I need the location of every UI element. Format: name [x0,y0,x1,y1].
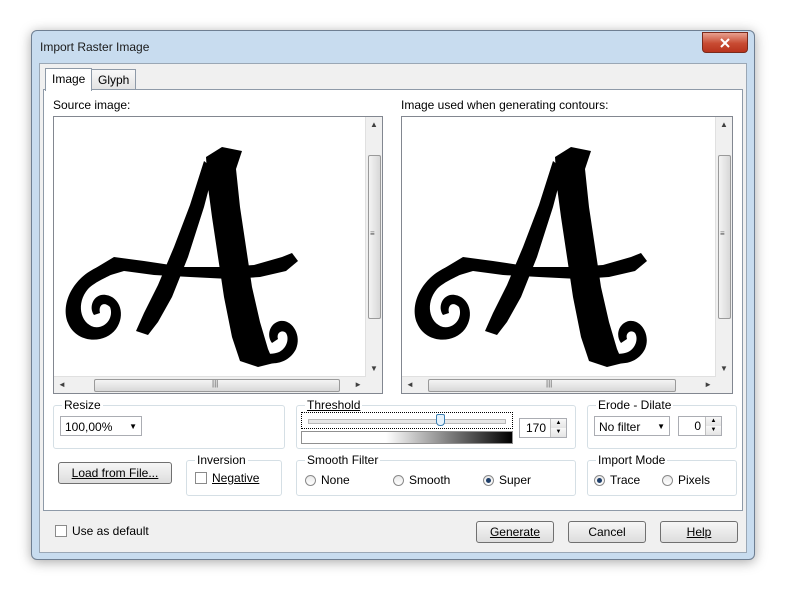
cancel-label: Cancel [588,525,626,539]
source-horizontal-scrollbar[interactable]: ◄ ||| ► [54,376,366,393]
import-trace-label: Trace [610,473,641,487]
dialog-client: Image Glyph Source image: Image used whe… [39,63,747,553]
result-image-view[interactable]: ▲ ≡ ▼ ◄ ||| ► [401,116,733,394]
close-button[interactable] [702,32,748,53]
import-option-pixels[interactable]: Pixels [662,473,710,487]
erode-spinbox[interactable]: 0 ▲ ▼ [678,416,722,436]
source-vertical-scrollbar[interactable]: ▲ ≡ ▼ [365,117,382,377]
load-from-file-button[interactable]: Load from File... [58,462,172,484]
result-horizontal-scrollbar[interactable]: ◄ ||| ► [402,376,716,393]
threshold-value: 170 [525,421,546,435]
smooth-smooth-label: Smooth [409,473,451,487]
erode-dilate-title: Erode - Dilate [596,398,674,412]
spin-down-icon[interactable]: ▼ [706,426,721,435]
smooth-filter-group: Smooth Filter None Smooth Super [296,453,576,496]
help-button[interactable]: Help [660,521,738,543]
negative-checkbox-box[interactable] [195,472,207,484]
scroll-corner [366,377,382,393]
scroll-left-icon[interactable]: ◄ [58,380,66,390]
smooth-option-smooth[interactable]: Smooth [393,473,450,487]
threshold-gradient [301,431,513,444]
radio-smooth[interactable] [393,474,404,486]
scroll-down-icon[interactable]: ▼ [720,364,728,374]
use-as-default-box[interactable] [55,525,67,537]
erode-filter-value: No filter [599,420,641,434]
chevron-down-icon: ▼ [657,422,665,431]
grip-icon: ||| [546,379,553,388]
erode-dilate-group: Erode - Dilate No filter ▼ 0 ▲ ▼ [587,398,737,449]
source-image-view[interactable]: ▲ ≡ ▼ ◄ ||| ► [53,116,383,394]
resize-group: Resize 100,00% ▼ [53,398,285,449]
negative-checkbox[interactable]: Negative [195,471,259,485]
threshold-title: Threshold [305,398,363,412]
cancel-button[interactable]: Cancel [568,521,646,543]
threshold-slider[interactable] [301,412,513,429]
radio-super[interactable] [483,474,494,486]
scroll-right-icon[interactable]: ► [354,380,362,390]
scroll-left-icon[interactable]: ◄ [406,380,414,390]
grip-icon: ||| [212,379,219,388]
spin-up-icon[interactable]: ▲ [706,417,721,426]
import-mode-title: Import Mode [596,453,668,467]
tab-image[interactable]: Image [45,68,93,91]
import-mode-group: Import Mode Trace Pixels [587,453,737,496]
result-image-label: Image used when generating contours: [401,98,609,112]
smooth-option-none[interactable]: None [305,473,350,487]
scroll-up-icon[interactable]: ▲ [720,120,728,130]
spin-up-icon[interactable]: ▲ [551,419,566,428]
use-as-default-checkbox[interactable]: Use as default [55,524,149,538]
resize-value: 100,00% [65,420,113,434]
threshold-title-text: Threshold [307,398,361,412]
scroll-up-icon[interactable]: ▲ [370,120,378,130]
threshold-group: Threshold 170 ▲ ▼ [296,398,576,449]
load-from-file-label: Load from File... [71,466,159,480]
radio-pixels[interactable] [662,474,673,486]
tab-glyph[interactable]: Glyph [91,69,137,90]
erode-spin-buttons[interactable]: ▲ ▼ [705,417,721,435]
use-as-default-label: Use as default [72,524,149,538]
inversion-group: Inversion Negative [186,453,282,496]
source-image-label: Source image: [53,98,131,112]
import-raster-dialog: Import Raster Image Image Glyph Source i… [31,30,755,560]
result-glyph-image [414,147,647,367]
scroll-right-icon[interactable]: ► [704,380,712,390]
close-icon [720,37,730,48]
negative-label: Negative [212,471,260,485]
inversion-title: Inversion [195,453,248,467]
threshold-thumb[interactable] [436,414,445,426]
grip-icon: ≡ [720,229,725,238]
import-option-trace[interactable]: Trace [594,473,640,487]
source-glyph-image [65,147,298,367]
smooth-none-label: None [321,473,350,487]
erode-filter-combo[interactable]: No filter ▼ [594,416,670,436]
smooth-option-super[interactable]: Super [483,473,531,487]
resize-title: Resize [62,398,103,412]
generate-label: Generate [489,525,541,539]
grip-icon: ≡ [370,229,375,238]
smooth-super-label: Super [499,473,532,487]
spin-down-icon[interactable]: ▼ [551,428,566,437]
generate-button[interactable]: Generate [476,521,554,543]
erode-value: 0 [694,419,701,433]
threshold-spin-buttons[interactable]: ▲ ▼ [550,419,566,437]
radio-trace[interactable] [594,474,605,486]
resize-combo[interactable]: 100,00% ▼ [60,416,142,436]
window-title: Import Raster Image [40,40,150,54]
help-label: Help [686,525,712,539]
scroll-down-icon[interactable]: ▼ [370,364,378,374]
image-tab-panel: Source image: Image used when generating… [43,89,743,511]
threshold-spinbox[interactable]: 170 ▲ ▼ [519,418,567,438]
scroll-corner [716,377,732,393]
import-pixels-label: Pixels [678,473,711,487]
smooth-filter-title: Smooth Filter [305,453,381,467]
chevron-down-icon: ▼ [129,422,137,431]
result-vertical-scrollbar[interactable]: ▲ ≡ ▼ [715,117,732,377]
radio-none[interactable] [305,474,316,486]
threshold-track [308,419,506,424]
